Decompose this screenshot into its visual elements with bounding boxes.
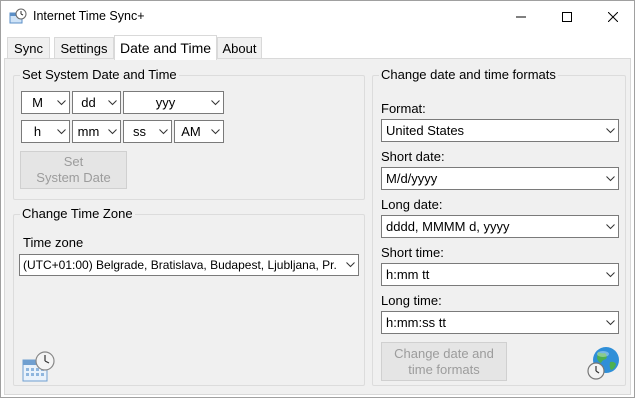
close-button[interactable] xyxy=(590,1,635,32)
set-date-time-group: Set System Date and Time M dd yyy h mm s… xyxy=(13,67,365,200)
tab-settings-label: Settings xyxy=(60,41,108,56)
time-zone-label: Time zone xyxy=(23,235,84,250)
minimize-button[interactable] xyxy=(498,1,544,32)
tab-date-and-time[interactable]: Date and Time xyxy=(114,35,217,60)
chevron-down-icon xyxy=(155,121,171,142)
tab-sync-label: Sync xyxy=(14,41,43,56)
chevron-down-icon xyxy=(602,168,618,189)
ampm-value: AM xyxy=(181,124,201,139)
short-time-value: h:mm tt xyxy=(386,267,430,282)
time-zone-title: Change Time Zone xyxy=(20,206,135,221)
long-date-label: Long date: xyxy=(381,197,443,212)
clock-sync-icon xyxy=(9,8,27,24)
tab-panel-date-and-time: Set System Date and Time M dd yyy h mm s… xyxy=(4,58,631,395)
format-select[interactable]: United States xyxy=(381,119,619,142)
chevron-down-icon xyxy=(602,120,618,141)
formats-title: Change date and time formats xyxy=(379,67,558,82)
minute-select[interactable]: mm xyxy=(72,120,121,143)
chevron-down-icon xyxy=(602,312,618,333)
minimize-icon xyxy=(516,16,526,17)
hour-select[interactable]: h xyxy=(21,120,70,143)
globe-clock-icon xyxy=(587,347,619,380)
chevron-down-icon xyxy=(207,121,223,142)
time-zone-select[interactable]: (UTC+01:00) Belgrade, Bratislava, Budape… xyxy=(19,254,359,276)
short-date-value: M/d/yyyy xyxy=(386,171,438,186)
set-date-time-title: Set System Date and Time xyxy=(20,67,179,82)
format-label: Format: xyxy=(381,101,426,116)
set-system-date-button[interactable]: Set System Date xyxy=(20,151,127,189)
long-date-select[interactable]: dddd, MMMM d, yyyy xyxy=(381,215,619,238)
month-value: M xyxy=(32,95,43,110)
maximize-icon xyxy=(562,11,572,22)
long-date-value: dddd, MMMM d, yyyy xyxy=(386,219,510,234)
day-select[interactable]: dd xyxy=(72,91,121,114)
year-value: yyy xyxy=(155,95,176,110)
tab-about-label: About xyxy=(222,41,257,56)
year-select[interactable]: yyy xyxy=(123,91,224,114)
time-zone-value: (UTC+01:00) Belgrade, Bratislava, Budape… xyxy=(23,258,337,272)
ampm-select[interactable]: AM xyxy=(174,120,224,143)
second-value: ss xyxy=(133,124,146,139)
chevron-down-icon xyxy=(342,255,358,275)
formats-group: Change date and time formats Format: Uni… xyxy=(372,67,626,386)
short-time-label: Short time: xyxy=(381,245,444,260)
close-icon xyxy=(608,11,618,22)
format-value: United States xyxy=(386,123,465,138)
short-time-select[interactable]: h:mm tt xyxy=(381,263,619,286)
tab-about[interactable]: About xyxy=(217,37,262,59)
tab-strip: Sync Settings Date and Time About xyxy=(1,35,634,60)
chevron-down-icon xyxy=(207,92,223,113)
chevron-down-icon xyxy=(53,92,69,113)
tab-sync[interactable]: Sync xyxy=(7,37,50,59)
time-zone-group: Change Time Zone Time zone (UTC+01:00) B… xyxy=(13,206,365,386)
short-date-label: Short date: xyxy=(381,149,445,164)
month-select[interactable]: M xyxy=(21,91,70,114)
chevron-down-icon xyxy=(104,121,120,142)
calendar-clock-icon xyxy=(22,351,55,382)
long-time-select[interactable]: h:mm:ss tt xyxy=(381,311,619,334)
hour-value: h xyxy=(33,124,42,139)
tab-settings[interactable]: Settings xyxy=(54,37,114,59)
window-title: Internet Time Sync+ xyxy=(33,9,145,23)
day-value: dd xyxy=(81,95,96,110)
change-formats-button[interactable]: Change date and time formats xyxy=(381,342,507,381)
chevron-down-icon xyxy=(53,121,69,142)
app-window: Internet Time Sync+ Sync Settings Date a… xyxy=(0,0,635,398)
chevron-down-icon xyxy=(602,216,618,237)
minute-value: mm xyxy=(77,124,100,139)
short-date-select[interactable]: M/d/yyyy xyxy=(381,167,619,190)
title-bar: Internet Time Sync+ xyxy=(1,1,634,32)
long-time-value: h:mm:ss tt xyxy=(386,315,446,330)
chevron-down-icon xyxy=(602,264,618,285)
maximize-button[interactable] xyxy=(544,1,590,32)
second-select[interactable]: ss xyxy=(123,120,172,143)
tab-date-and-time-label: Date and Time xyxy=(119,40,212,56)
long-time-label: Long time: xyxy=(381,293,442,308)
chevron-down-icon xyxy=(104,92,120,113)
